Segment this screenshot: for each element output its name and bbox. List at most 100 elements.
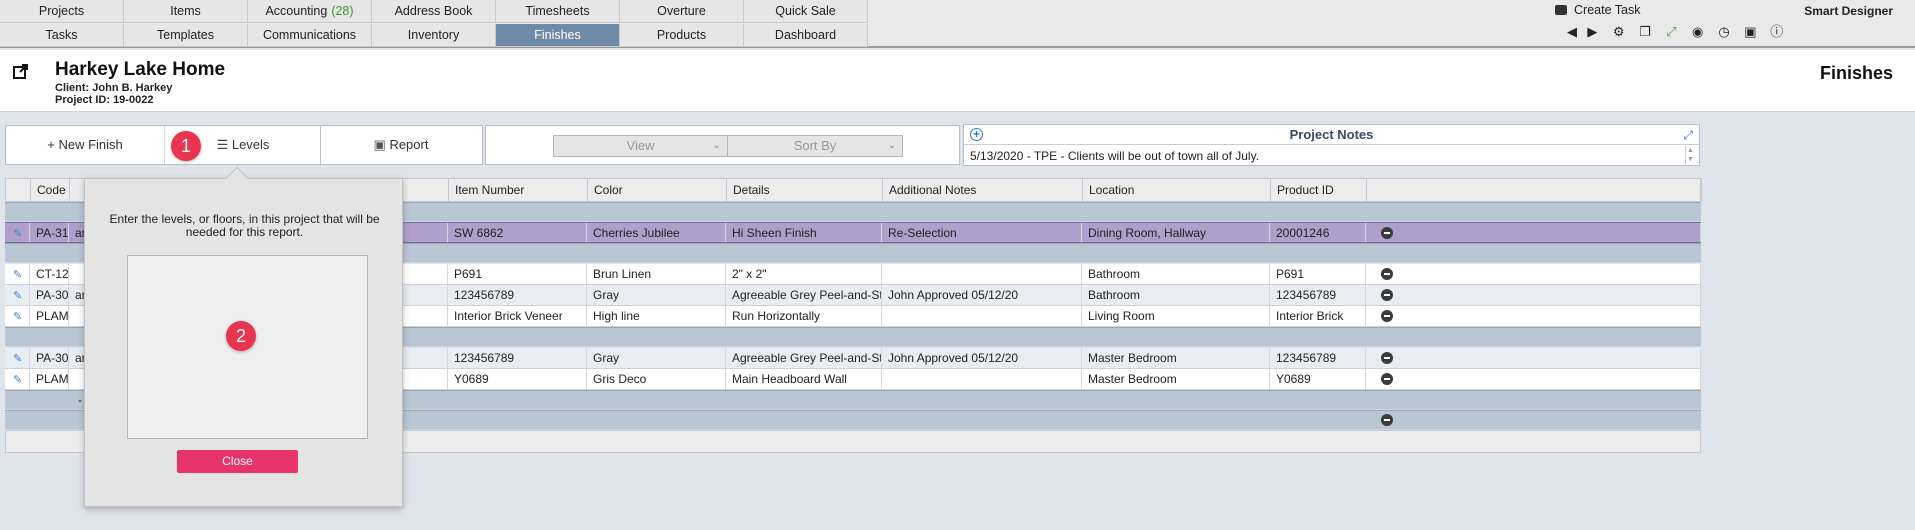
create-task-link[interactable]: Create Task [1555,3,1640,17]
column-header: Additional Notes [883,179,1083,201]
cell-product: Interior Brick [1270,306,1366,326]
remove-icon[interactable] [1381,373,1393,385]
cell-code: CT-12 [30,264,69,284]
nav-item-label: Dashboard [774,28,837,42]
create-task-label: Create Task [1574,3,1641,17]
column-header: Color [588,179,727,201]
pencil-icon[interactable]: ✎ [13,228,22,240]
cell-item: 123456789 [448,285,587,305]
expand-icon[interactable]: ⤢ [1683,128,1693,143]
cell-details: Agreeable Grey Peel-and-Stick [726,348,882,368]
cell-color: Cherries Jubilee [587,223,726,242]
cell-details: Run Horizontally [726,306,882,326]
nav-item-dashboard[interactable]: Dashboard [744,24,868,47]
nav-item-overture[interactable]: Overture [620,0,744,23]
remove-icon[interactable] [1381,268,1393,280]
nav-item-label: Overture [657,4,706,18]
external-link-icon[interactable] [12,62,30,80]
new-finish-button[interactable]: + New Finish [6,126,165,164]
cell-item: Y0689 [448,369,587,389]
forward-arrow-icon[interactable]: ▶ [1585,24,1599,39]
cell-location: Living Room [1082,306,1270,326]
column-header: Location [1083,179,1271,201]
image-icon[interactable]: ▣ [1743,24,1757,39]
back-arrow-icon[interactable]: ◀ [1565,24,1579,39]
action-cell [1366,264,1701,284]
nav-item-timesheets[interactable]: Timesheets [496,0,620,23]
remove-icon[interactable] [1381,414,1393,426]
view-sort-box: View ⌄ Sort By ⌄ [485,125,960,165]
edit-cell[interactable]: ✎ [5,264,30,284]
windows-icon[interactable]: ❐ [1638,24,1652,39]
cell-code: PA-30 [30,285,69,305]
remove-icon[interactable] [1381,352,1393,364]
action-cell [1366,306,1701,326]
nav-item-projects[interactable]: Projects [0,0,124,23]
remove-icon[interactable] [1381,310,1393,322]
pencil-icon[interactable]: ✎ [13,311,22,323]
pencil-icon[interactable]: ✎ [13,269,22,281]
cell-details: Main Headboard Wall [726,369,882,389]
clock-icon[interactable]: ◷ [1717,24,1731,39]
nav-item-label: Items [170,4,201,18]
action-cell [1366,369,1701,389]
nav-item-inventory[interactable]: Inventory [372,24,496,47]
step-badge-2: 2 [226,321,256,351]
popup-instructions: Enter the levels, or floors, in this pro… [109,212,380,239]
info-icon[interactable]: ⓘ [1770,24,1784,39]
cell-product: P691 [1270,264,1366,284]
expand-icon[interactable]: ⤢ [1664,24,1678,39]
cell-item: SW 6862 [448,223,587,242]
remove-icon[interactable] [1381,289,1393,301]
action-cell [1366,285,1701,305]
nav-item-templates[interactable]: Templates [124,24,248,47]
edit-cell[interactable]: ✎ [5,348,30,368]
cell-item: P691 [448,264,587,284]
nav-item-address-book[interactable]: Address Book [372,0,496,23]
nav-item-label: Communications [262,28,357,42]
column-header: Details [727,179,883,201]
popup-arrow [225,166,249,190]
cell-code: PA-31 [30,223,69,242]
chevron-down-icon: ⌄ [887,140,896,151]
cell-notes: John Approved 05/12/20 [882,348,1082,368]
report-button[interactable]: ▣ Report [321,126,481,164]
pencil-icon[interactable]: ✎ [13,353,22,365]
nav-item-communications[interactable]: Communications [248,24,372,47]
gear-icon[interactable]: ⚙ [1612,24,1626,39]
nav-item-label: Templates [157,28,214,42]
project-id: Project ID: 19-0022 [55,94,154,106]
list-icon: ☰ [216,137,229,152]
nav-item-tasks[interactable]: Tasks [0,24,124,47]
chevron-down-icon: ⌄ [712,140,721,151]
cell-color: Brun Linen [587,264,726,284]
user-name: Smart Designer [1804,4,1893,18]
remove-icon[interactable] [1381,227,1393,239]
close-button[interactable]: Close [177,450,298,473]
cell-color: Gray [587,285,726,305]
nav-item-items[interactable]: Items [124,0,248,23]
nav-count-badge: (28) [331,4,354,18]
add-note-icon[interactable]: + [970,128,983,141]
nav-item-accounting[interactable]: Accounting (28) [248,0,372,23]
action-cell [1366,411,1701,429]
user-circle-icon[interactable]: ◉ [1691,24,1705,39]
edit-cell[interactable]: ✎ [5,369,30,389]
view-select[interactable]: View ⌄ [553,135,728,157]
edit-cell[interactable]: ✎ [5,306,30,326]
report-box: ▣ Report [321,125,483,165]
action-cell [1366,348,1701,368]
pencil-icon[interactable]: ✎ [13,374,22,386]
cell-code: PLAM-1 [30,369,69,389]
notes-scrollbar[interactable]: ▲ ▼ [1685,146,1695,164]
cell-notes [882,306,1082,326]
edit-cell[interactable]: ✎ [5,223,30,242]
nav-item-finishes[interactable]: Finishes [496,24,620,47]
cell-product: 20001246 [1270,223,1366,242]
nav-item-quick-sale[interactable]: Quick Sale [744,0,868,23]
edit-cell[interactable]: ✎ [5,285,30,305]
nav-item-products[interactable]: Products [620,24,744,47]
sort-by-select[interactable]: Sort By ⌄ [727,135,903,157]
pencil-icon[interactable]: ✎ [13,290,22,302]
project-title: Harkey Lake Home [55,59,226,80]
